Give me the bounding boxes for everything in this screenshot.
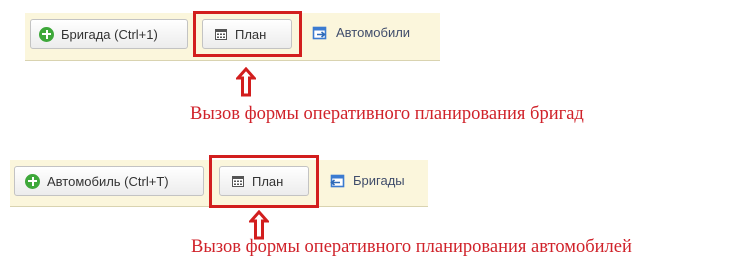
add-brigade-button[interactable]: Бригада (Ctrl+1) <box>30 19 188 49</box>
arrow-into-box-icon <box>312 26 327 39</box>
automobiles-link-label: Автомобили <box>336 25 411 40</box>
up-arrow-icon <box>249 210 269 240</box>
add-automobile-label: Автомобиль (Ctrl+T) <box>47 173 169 189</box>
plus-circle-icon <box>25 173 40 189</box>
plan-button[interactable]: План <box>219 166 309 196</box>
plan-button-label: План <box>235 26 267 42</box>
brigades-link[interactable]: Бригады <box>329 173 405 188</box>
plan-button-label: План <box>252 173 284 189</box>
caption-automobiles: Вызов формы оперативного планирования ав… <box>191 237 632 257</box>
up-arrow-icon <box>236 67 256 97</box>
caption-brigades: Вызов формы оперативного планирования бр… <box>190 104 584 124</box>
plus-circle-icon <box>39 26 54 42</box>
calendar-icon <box>232 176 244 187</box>
calendar-icon <box>215 29 227 40</box>
arrow-out-of-box-icon <box>330 174 345 187</box>
add-brigade-label: Бригада (Ctrl+1) <box>61 26 158 42</box>
automobiles-link[interactable]: Автомобили <box>312 25 410 40</box>
plan-button[interactable]: План <box>202 19 292 49</box>
brigades-link-label: Бригады <box>353 173 405 188</box>
add-automobile-button[interactable]: Автомобиль (Ctrl+T) <box>14 166 204 196</box>
